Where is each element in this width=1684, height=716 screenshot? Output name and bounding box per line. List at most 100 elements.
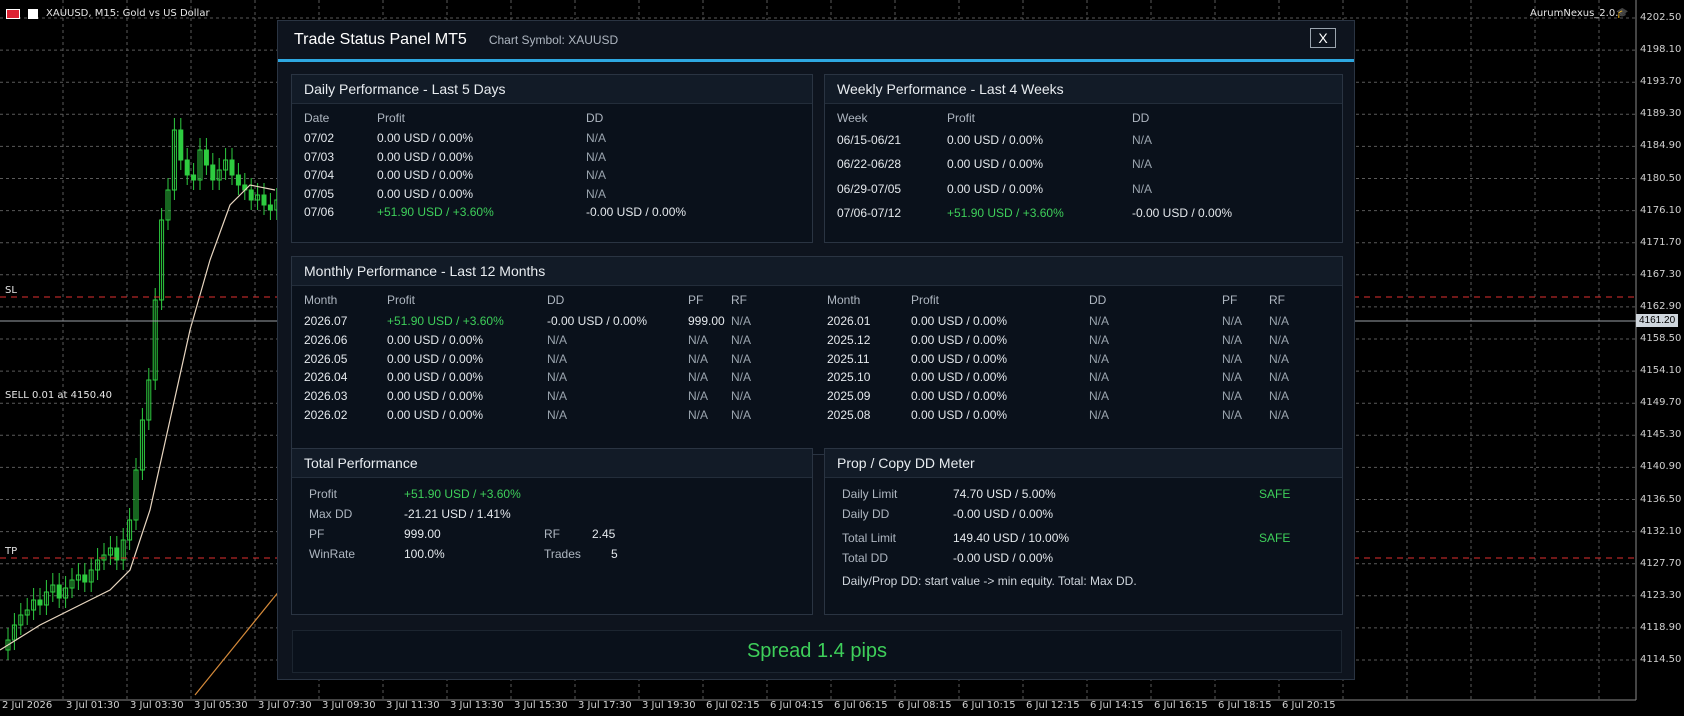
weekly-performance-card: Weekly Performance - Last 4 Weeks Week Pr… [824, 74, 1343, 243]
sl-label: SL [5, 285, 17, 296]
time-axis-label: 6 Jul 14:15 [1090, 700, 1144, 711]
price-axis-label: 4118.90 [1640, 621, 1682, 633]
table-cell: 2025.10 [827, 370, 871, 385]
time-axis-label: 3 Jul 03:30 [130, 700, 184, 711]
monthly-title: Monthly Performance - Last 12 Months [292, 257, 1342, 286]
price-axis-label: 4180.50 [1640, 172, 1682, 184]
table-cell: N/A [1222, 370, 1243, 385]
time-axis-label: 6 Jul 02:15 [706, 700, 760, 711]
table-cell: N/A [1089, 351, 1110, 366]
panel-header[interactable]: Trade Status Panel MT5 Chart Symbol: XAU… [278, 21, 1354, 62]
table-cell: N/A [731, 351, 752, 366]
time-axis-label: 3 Jul 05:30 [194, 700, 248, 711]
time-axis-label: 6 Jul 18:15 [1218, 700, 1272, 711]
table-cell: 0.00 USD / 0.00% [947, 181, 1044, 196]
total-dd-value: -0.00 USD / 0.00% [953, 551, 1054, 565]
table-cell: 0.00 USD / 0.00% [387, 351, 484, 366]
time-axis-label: 3 Jul 19:30 [642, 700, 696, 711]
time-axis-label: 3 Jul 17:30 [578, 700, 632, 711]
price-axis-label: 4136.50 [1640, 493, 1682, 505]
time-axis-label: 3 Jul 07:30 [258, 700, 312, 711]
table-cell: 0.00 USD / 0.00% [377, 149, 474, 164]
price-axis-label: 4167.30 [1640, 268, 1682, 280]
daily-dd-value: -0.00 USD / 0.00% [953, 507, 1054, 521]
table-cell: 2026.06 [304, 332, 348, 347]
total-winrate-value: 100.0% [404, 547, 445, 561]
table-cell: 2025.11 [827, 351, 870, 366]
total-pf-label: PF [309, 527, 325, 541]
table-cell: N/A [688, 389, 709, 404]
table-cell: N/A [731, 408, 752, 422]
table-cell: 0.00 USD / 0.00% [911, 370, 1008, 385]
ea-cap-icon: 🎓 [1616, 8, 1629, 19]
panel-title: Trade Status Panel MT5 [294, 31, 467, 48]
table-cell: +51.90 USD / +3.60% [387, 314, 504, 328]
table-cell: N/A [731, 370, 752, 385]
spread-display: Spread 1.4 pips [292, 630, 1342, 673]
table-cell: 06/15-06/21 [837, 133, 902, 147]
table-cell: N/A [688, 332, 709, 347]
total-winrate-label: WinRate [309, 547, 356, 561]
column-header: Date [304, 111, 330, 125]
chart-symbol-label: Chart Symbol: XAUUSD [488, 33, 619, 47]
table-cell: 0.00 USD / 0.00% [947, 157, 1044, 172]
table-cell: 07/02 [304, 131, 335, 145]
total-limit-value: 149.40 USD / 10.00% [953, 531, 1070, 545]
monthly-performance-card: Monthly Performance - Last 12 Months Mon… [291, 256, 1343, 455]
table-cell: 2026.07 [304, 314, 348, 328]
time-axis-label: 6 Jul 20:15 [1282, 700, 1336, 711]
candle-body [56, 584, 62, 599]
table-cell: N/A [731, 332, 752, 347]
candle-body [184, 159, 190, 176]
table-cell: 0.00 USD / 0.00% [911, 408, 1008, 422]
price-axis-label: 4202.50 [1640, 12, 1682, 23]
table-cell: N/A [586, 168, 607, 183]
time-axis-label: 3 Jul 13:30 [450, 700, 504, 711]
column-header: Month [304, 293, 338, 307]
table-cell: 0.00 USD / 0.00% [387, 370, 484, 385]
close-button[interactable]: X [1310, 28, 1336, 48]
total-performance-card: Total Performance Profit +51.90 USD / +3… [291, 448, 813, 615]
price-axis-label: 4145.30 [1640, 429, 1682, 441]
total-rf-label: RF [544, 527, 560, 541]
column-header: RF [1269, 293, 1285, 307]
table-cell: N/A [688, 351, 709, 366]
table-cell: N/A [547, 370, 568, 385]
time-axis-label: 6 Jul 10:15 [962, 700, 1016, 711]
table-cell: N/A [1222, 332, 1243, 347]
table-cell: 07/06-07/12 [837, 206, 902, 221]
price-axis-label: 4132.10 [1640, 525, 1682, 537]
table-cell: N/A [688, 370, 709, 385]
table-cell: -0.00 USD / 0.00% [547, 314, 648, 328]
total-pf-value: 999.00 [404, 527, 441, 541]
table-cell: 0.00 USD / 0.00% [911, 332, 1008, 347]
table-cell: N/A [1222, 389, 1243, 404]
table-cell: N/A [1222, 351, 1243, 366]
table-cell: N/A [547, 332, 568, 347]
price-axis-label: 4184.90 [1640, 140, 1682, 152]
total-rf-value: 2.45 [592, 527, 616, 541]
table-cell: N/A [1269, 408, 1290, 422]
table-cell: N/A [1269, 370, 1290, 385]
current-price-tag: 4161.20 [1636, 314, 1679, 327]
table-cell: 2025.09 [827, 389, 871, 404]
total-limit-label: Total Limit [842, 531, 897, 545]
table-cell: N/A [1222, 314, 1243, 328]
prop-dd-meter-card: Prop / Copy DD Meter Daily Limit 74.70 U… [824, 448, 1343, 615]
daily-title: Daily Performance - Last 5 Days [292, 75, 812, 104]
table-cell: 2025.12 [827, 332, 871, 347]
column-header: Profit [947, 111, 976, 125]
table-cell: N/A [1269, 351, 1290, 366]
table-cell: N/A [1132, 133, 1153, 147]
column-header: Profit [387, 293, 416, 307]
price-axis-label: 4114.50 [1640, 654, 1682, 665]
table-cell: N/A [688, 408, 709, 422]
trade-status-panel[interactable]: Trade Status Panel MT5 Chart Symbol: XAU… [277, 20, 1355, 680]
column-header: PF [1222, 293, 1238, 307]
trend-line [194, 589, 281, 696]
table-cell: 0.00 USD / 0.00% [377, 168, 474, 183]
table-cell: +51.90 USD / +3.60% [377, 205, 494, 220]
table-cell: N/A [547, 389, 568, 404]
candle-body [248, 189, 254, 201]
candle-body [178, 129, 184, 161]
